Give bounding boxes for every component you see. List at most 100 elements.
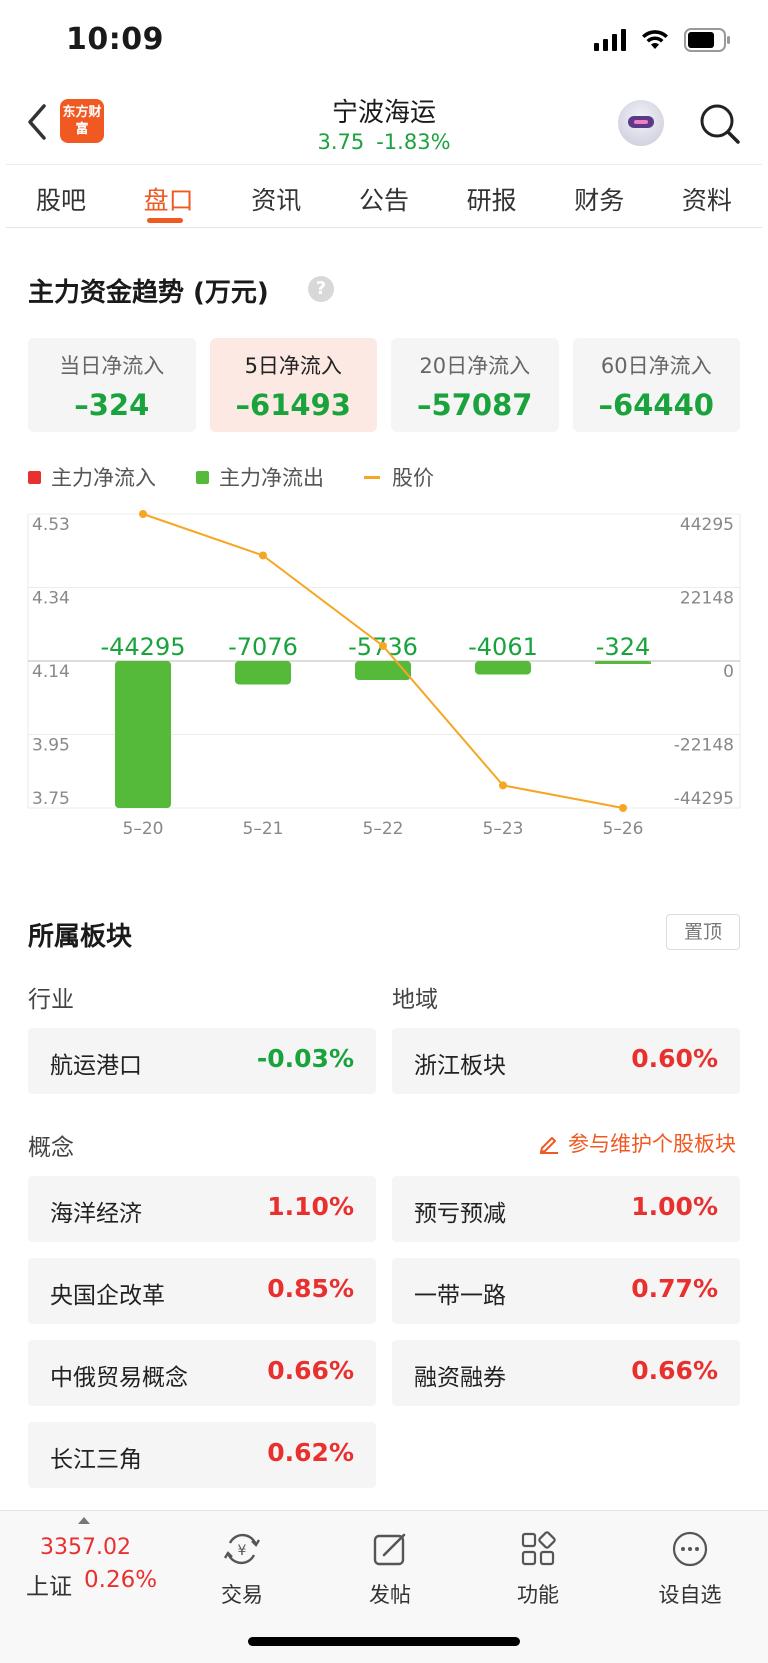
sector-card-concept[interactable]: 融资融券 0.66% [392,1340,740,1406]
sector-pct: 0.77% [631,1274,718,1303]
flow-card-value: –64440 [598,388,714,422]
fund-flow-title: 主力资金趋势 (万元) [28,278,269,308]
flow-card-20d[interactable]: 20日净流入 –57087 [391,338,559,432]
x-axis-tick: 5–23 [483,819,524,839]
price-point [619,804,627,812]
stock-change-pct: -1.83% [376,130,451,154]
more-dots-icon [672,1531,708,1567]
sector-card-industry[interactable]: 航运港口 -0.03% [28,1028,376,1094]
tab-profile[interactable]: 资料 [672,165,742,227]
legend-price-label: 股价 [392,466,434,490]
left-axis-tick: 4.14 [32,662,70,682]
sector-card-concept[interactable]: 预亏预减 1.00% [392,1176,740,1242]
tab-guba[interactable]: 股吧 [26,165,96,227]
sector-card-concept[interactable]: 长江三角 0.62% [28,1422,376,1488]
tab-announcements[interactable]: 公告 [349,165,419,227]
status-bar: 10:09 [0,0,768,80]
flow-card-value: –57087 [417,388,533,422]
sector-card-concept[interactable]: 央国企改革 0.85% [28,1258,376,1324]
tab-pankou[interactable]: 盘口 [134,165,204,227]
flow-card-label: 当日净流入 [59,354,165,378]
fund-flow-chart-svg: -44295-7076-5736-4061-3244.534.344.143.9… [27,510,741,839]
flow-card-label: 20日净流入 [419,354,531,378]
sector-name: 中俄贸易概念 [50,1365,188,1391]
bar-value-label: -4061 [468,633,538,661]
sector-name: 海洋经济 [50,1201,142,1227]
sector-name: 一带一路 [414,1283,506,1309]
tab-research[interactable]: 研报 [457,165,527,227]
right-axis-tick: -22148 [674,736,734,756]
bar-value-label: -7076 [228,633,298,661]
sector-card-concept[interactable]: 一带一路 0.77% [392,1258,740,1324]
sector-card-concept[interactable]: 海洋经济 1.10% [28,1176,376,1242]
sector-card-region[interactable]: 浙江板块 0.60% [392,1028,740,1094]
index-name[interactable]: 上证 [26,1567,72,1601]
price-point [499,781,507,790]
nav-trade[interactable]: ¥ 交易 [192,1529,292,1609]
fund-flow-chart: -44295-7076-5736-4061-3244.534.344.143.9… [0,500,768,850]
tab-news[interactable]: 资讯 [241,165,311,227]
flow-card-5d[interactable]: 5日净流入 –61493 [209,338,377,432]
x-axis-tick: 5–20 [123,819,164,839]
help-icon[interactable]: ? [308,276,334,302]
maintain-sectors-label: 参与维护个股板块 [568,1132,736,1156]
sector-pct: 1.00% [631,1192,718,1221]
right-axis-tick: 22148 [680,588,734,608]
nav-trade-label: 交易 [221,1583,263,1607]
flow-bar [115,661,171,808]
grid-icon [521,1531,556,1566]
flow-bar [595,661,651,663]
expand-caret-icon[interactable] [78,1517,90,1524]
net-flow-cards: 当日净流入 –324 5日净流入 –61493 20日净流入 –57087 60… [28,338,740,432]
index-value[interactable]: 3357.02 [40,1535,131,1560]
right-axis-tick: 0 [723,662,734,682]
trade-yen-icon: ¥ [223,1533,261,1565]
price-point [259,551,267,560]
nav-post-label: 发帖 [369,1583,411,1607]
tab-finance[interactable]: 财务 [564,165,634,227]
nav-functions[interactable]: 功能 [488,1529,588,1609]
flow-card-1d[interactable]: 当日净流入 –324 [28,338,196,432]
nav-add-watchlist-label: 设自选 [658,1583,722,1607]
nav-post[interactable]: 发帖 [340,1529,440,1609]
legend-price-swatch [364,475,380,479]
edit-pencil-icon [540,1137,558,1154]
status-time: 10:09 [66,22,164,57]
sector-pct: 0.62% [267,1438,354,1467]
status-icons [594,28,732,52]
right-axis-tick: 44295 [680,515,734,535]
search-icon[interactable] [698,102,742,146]
flow-card-60d[interactable]: 60日净流入 –64440 [572,338,740,432]
home-indicator [248,1637,520,1646]
assistant-robot-icon[interactable] [618,100,664,146]
sector-pct: -0.03% [256,1044,354,1073]
x-axis-tick: 5–26 [603,819,644,839]
sector-pct: 0.66% [631,1356,718,1385]
sector-name: 预亏预减 [414,1201,506,1227]
nav-add-watchlist[interactable]: 设自选 [640,1529,740,1609]
chart-legend: 主力净流入 主力净流出 股价 [28,462,474,492]
pin-top-button[interactable]: 置顶 [666,914,740,950]
sector-pct: 0.60% [631,1044,718,1073]
stock-price: 3.75 [317,130,365,154]
sector-card-concept[interactable]: 中俄贸易概念 0.66% [28,1340,376,1406]
signal-icon [594,29,626,51]
nav-functions-label: 功能 [517,1583,559,1607]
legend-outflow-swatch [196,470,209,484]
flow-bar [355,661,411,681]
left-axis-tick: 4.53 [32,515,70,535]
region-label: 地域 [392,987,438,1013]
index-change-pct[interactable]: 0.26% [84,1567,157,1593]
sector-pct: 0.66% [267,1356,354,1385]
concept-label: 概念 [28,1135,74,1161]
wifi-icon [642,30,668,49]
legend-outflow-label: 主力净流出 [219,466,324,490]
legend-inflow-label: 主力净流入 [51,466,156,490]
industry-label: 行业 [28,987,74,1013]
sector-name: 航运港口 [50,1053,142,1079]
right-axis-tick: -44295 [674,789,734,809]
sectors-title: 所属板块 [28,922,133,952]
sector-name: 融资融券 [414,1365,506,1391]
flow-card-value: –61493 [235,388,351,422]
maintain-sectors-link[interactable]: 参与维护个股板块 [538,1128,736,1158]
